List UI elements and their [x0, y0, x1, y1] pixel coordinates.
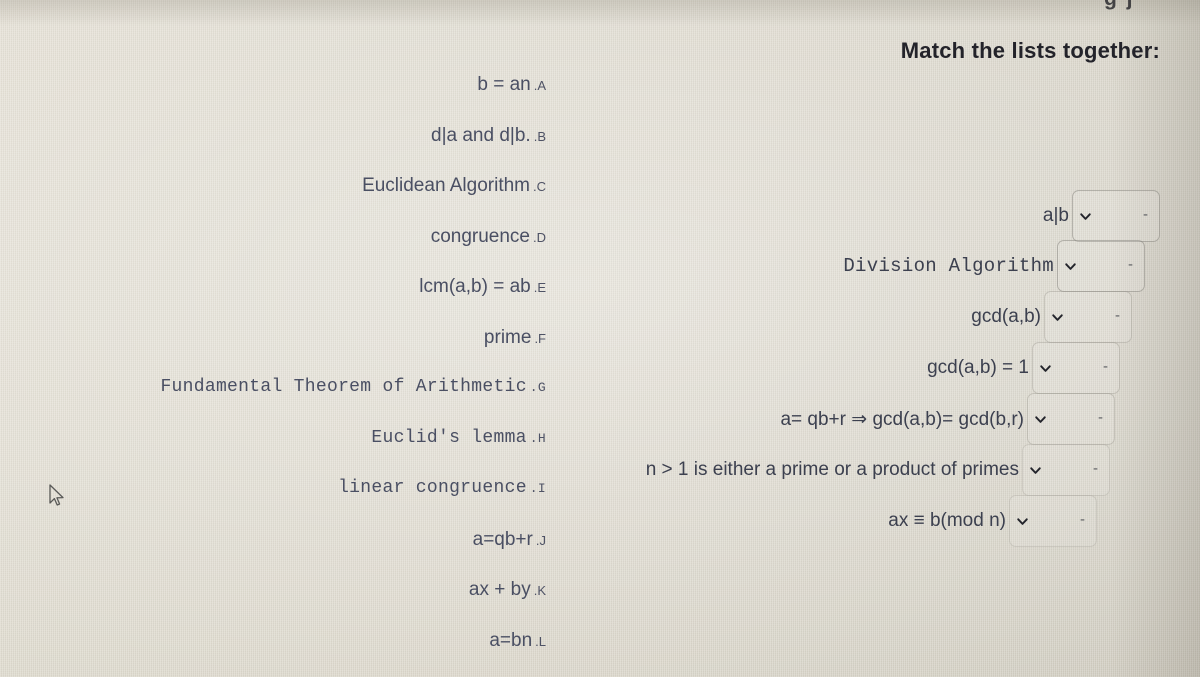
- answer-bank-item: Euclid's lemma .H: [371, 428, 546, 448]
- answer-bank-item: a=bn .L: [489, 630, 546, 652]
- answer-bank-item: linear congruence .I: [338, 478, 546, 498]
- match-answer-select[interactable]: -: [1009, 495, 1097, 547]
- answer-bank-term: ax + by: [468, 579, 531, 600]
- answer-bank-term: d|a and d|b.: [431, 125, 531, 146]
- match-answer-select[interactable]: -: [1022, 444, 1110, 496]
- chevron-down-icon: [1039, 362, 1052, 375]
- chevron-down-icon: [1051, 311, 1064, 324]
- quiz-content: g j Match the lists together: b = an.A d|…: [0, 0, 1200, 677]
- match-prompt-label: gcd(a,b): [971, 306, 1041, 327]
- page-title: Match the lists together:: [900, 38, 1160, 63]
- match-row: ax ≡ b(mod n) -: [888, 495, 1097, 547]
- answer-bank-item: b = an .A: [477, 74, 546, 96]
- match-prompt-label: Division Algorithm: [843, 255, 1054, 277]
- answer-bank-item: ax + by .K: [469, 579, 546, 601]
- chevron-down-icon: [1034, 413, 1047, 426]
- select-current-value: -: [1103, 357, 1108, 375]
- match-row: n > 1 is either a prime or a product of …: [646, 444, 1110, 496]
- answer-bank-letter: .C: [533, 179, 546, 194]
- match-answer-select[interactable]: -: [1057, 240, 1145, 292]
- answer-bank-term: Fundamental Theorem of Arithmetic: [160, 377, 527, 397]
- answer-bank-letter: .E: [533, 280, 546, 295]
- mouse-pointer-icon: [48, 484, 66, 508]
- answer-bank-letter: .B: [533, 129, 546, 144]
- select-current-value: -: [1143, 205, 1148, 223]
- match-answer-select[interactable]: -: [1072, 190, 1160, 242]
- answer-bank-letter: .G: [529, 380, 546, 395]
- select-current-value: -: [1098, 408, 1103, 426]
- answer-bank-item: congruence .D: [431, 226, 546, 248]
- answer-bank-term: a=qb+r: [472, 529, 533, 550]
- answer-bank-term: b = an: [477, 74, 531, 95]
- match-row: a|b -: [1043, 190, 1160, 242]
- match-row: gcd(a,b) -: [971, 291, 1132, 343]
- chevron-down-icon: [1016, 515, 1029, 528]
- match-row: Division Algorithm -: [843, 240, 1145, 292]
- match-prompt-label: ax ≡ b(mod n): [888, 510, 1006, 531]
- answer-bank-letter: .D: [533, 230, 546, 245]
- answer-bank-letter: .J: [535, 533, 546, 548]
- match-row: a= qb+r ⇒ gcd(a,b)= gcd(b,r) -: [780, 393, 1115, 445]
- chevron-down-icon: [1064, 260, 1077, 273]
- answer-bank-item: d|a and d|b. .B: [431, 125, 546, 147]
- answer-bank-item: Fundamental Theorem of Arithmetic .G: [160, 377, 546, 397]
- match-prompt-label: gcd(a,b) = 1: [927, 357, 1029, 378]
- answer-bank-letter: .F: [534, 331, 546, 346]
- chevron-down-icon: [1029, 464, 1042, 477]
- match-prompt-label: n > 1 is either a prime or a product of …: [645, 459, 1019, 480]
- answer-bank-term: lcm(a,b) = ab: [419, 276, 531, 297]
- match-answer-select[interactable]: -: [1044, 291, 1132, 343]
- match-prompt-label: a|b: [1042, 205, 1069, 226]
- select-current-value: -: [1080, 510, 1085, 528]
- answer-bank-letter: .H: [529, 431, 546, 446]
- answer-bank-letter: .A: [533, 78, 546, 93]
- answer-bank-item: prime .F: [484, 327, 546, 349]
- select-current-value: -: [1128, 255, 1133, 273]
- select-current-value: -: [1115, 306, 1120, 324]
- match-row: gcd(a,b) = 1 -: [927, 342, 1120, 394]
- answer-bank-term: prime: [483, 327, 532, 348]
- match-answer-select[interactable]: -: [1032, 342, 1120, 394]
- answer-bank-item: a=qb+r .J: [473, 529, 546, 551]
- answer-bank-letter: .I: [529, 481, 546, 496]
- answer-bank-letter: .L: [535, 634, 546, 649]
- answer-bank-letter: .K: [533, 583, 546, 598]
- chevron-down-icon: [1079, 210, 1092, 223]
- select-current-value: -: [1093, 459, 1098, 477]
- answer-bank-term: Euclidean Algorithm: [362, 175, 530, 196]
- answer-bank-item: Euclidean Algorithm .C: [362, 175, 546, 197]
- match-answer-select[interactable]: -: [1027, 393, 1115, 445]
- match-prompt-label: a= qb+r ⇒ gcd(a,b)= gcd(b,r): [780, 408, 1024, 430]
- answer-bank-term: linear congruence: [338, 478, 527, 498]
- answer-bank-term: Euclid's lemma: [371, 428, 527, 448]
- answer-bank-item: lcm(a,b) = ab .E: [419, 276, 546, 298]
- answer-bank-term: a=bn: [489, 630, 533, 651]
- answer-bank-term: congruence: [430, 226, 530, 247]
- cut-off-text-top: g j: [1104, 0, 1135, 11]
